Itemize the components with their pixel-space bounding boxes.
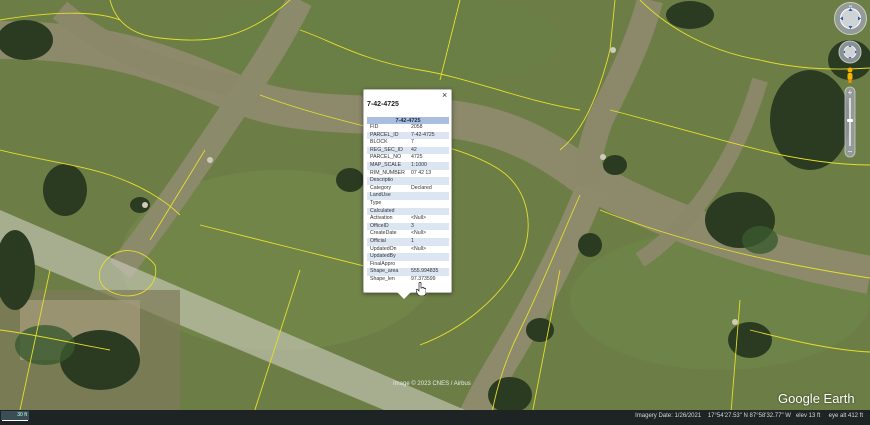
google-earth-logo: Google Earth: [778, 391, 855, 406]
close-icon[interactable]: ×: [442, 91, 447, 100]
attr-value: 7-42-4725: [408, 131, 449, 140]
status-readout: Imagery Date: 1/26/2021 17°54'27.53" N 8…: [635, 413, 863, 419]
zoom-slider[interactable]: + −: [844, 86, 856, 158]
attr-value: <Null>: [411, 215, 426, 222]
imagery-date: Imagery Date: 1/26/2021: [635, 413, 702, 419]
table-row: PARCEL_NO 4725: [367, 154, 449, 162]
attr-value: [408, 253, 449, 261]
attr-key: LandUse: [367, 192, 408, 200]
attr-key: BLOCK: [370, 139, 388, 146]
table-row: Activation <Null>: [367, 215, 449, 223]
attr-key: Type: [370, 199, 382, 206]
attr-value: 7: [411, 139, 414, 146]
table-row: Shape_len 97.373599: [367, 276, 449, 284]
attr-key: PARCEL_ID: [367, 131, 408, 140]
table-row: FinalAppro: [367, 261, 449, 269]
attr-value: 1:1000: [408, 161, 449, 170]
attr-key: Shape_area: [367, 268, 408, 276]
table-row: PARCEL_ID 7-42-4725: [367, 131, 449, 140]
attr-key: UpdatedOn: [370, 245, 397, 252]
attr-key: CreateDate: [370, 230, 397, 237]
table-row: Descriptio: [367, 177, 449, 185]
table-row: FID 2058: [367, 124, 449, 132]
attr-value: 4725: [411, 154, 423, 161]
hand-cursor-icon: [416, 282, 426, 296]
attr-value: 07 42 13: [411, 169, 432, 176]
attr-key: RIM_NUMBER: [370, 169, 405, 176]
elevation-readout: elev 13 ft: [795, 413, 821, 419]
table-row: Calculated: [367, 207, 449, 216]
table-row: BLOCK 7: [367, 139, 449, 147]
attr-value: <Null>: [411, 245, 426, 252]
popup-pointer: [396, 291, 412, 299]
table-row: Official 1: [367, 237, 449, 246]
attr-key: Descriptio: [367, 177, 408, 185]
attr-value: Declared: [411, 184, 432, 191]
attr-value: 97.373599: [411, 275, 436, 282]
table-row: REG_SEC_ID 42: [367, 146, 449, 155]
table-row: LandUse: [367, 192, 449, 200]
table-row: Category Declared: [367, 185, 449, 193]
zoom-in-icon: +: [848, 88, 853, 97]
scale-bar: [2, 420, 28, 421]
svg-text:N: N: [849, 4, 852, 9]
table-row: CreateDate <Null>: [367, 230, 449, 238]
attr-value: 3: [408, 222, 449, 231]
attr-key: Calculated: [367, 207, 408, 216]
table-row: OfficeID 3: [367, 222, 449, 231]
attr-value: 2058: [411, 124, 423, 130]
attr-value: [408, 261, 449, 269]
popup-title: 7-42-4725: [367, 101, 399, 108]
attr-key: Activation: [370, 215, 393, 222]
attr-value: 1: [408, 237, 449, 246]
attr-key: FinalAppro: [370, 260, 396, 267]
attr-key: PARCEL_NO: [370, 154, 402, 161]
table-header: 7-42-4725: [367, 117, 449, 124]
table-row: RIM_NUMBER 07 42 13: [367, 170, 449, 178]
attribute-table: 7-42-4725 FID 2058 PARCEL_ID 7-42-4725 BLO…: [367, 117, 449, 283]
attr-key: OfficeID: [367, 222, 408, 231]
attr-value: [408, 177, 449, 185]
attr-key: MAP_SCALE: [367, 161, 408, 170]
zoom-out-icon: −: [848, 147, 853, 156]
attr-key: Official: [367, 237, 408, 246]
attr-value: 42: [408, 146, 449, 155]
attr-value: [408, 207, 449, 216]
table-row: UpdatedOn <Null>: [367, 246, 449, 254]
cursor-coordinates: 17°54'27.53" N 87°58'32.77" W: [707, 413, 791, 419]
street-view-pegman-icon[interactable]: [845, 67, 855, 83]
attr-key: Shape_len: [370, 275, 395, 282]
table-row: Type: [367, 200, 449, 208]
attr-value: <Null>: [411, 230, 426, 237]
attr-key: REG_SEC_ID: [367, 146, 408, 155]
look-joystick[interactable]: N: [833, 1, 868, 36]
move-joystick[interactable]: [838, 40, 862, 64]
table-row: UpdatedBy: [367, 253, 449, 261]
attr-key: UpdatedBy: [367, 253, 408, 261]
table-row: Shape_area 555.994835: [367, 268, 449, 276]
attr-key: FID: [370, 124, 379, 130]
eye-altitude-readout: eye alt 412 ft: [828, 413, 863, 419]
attr-key: Category: [370, 184, 392, 191]
parcel-info-popup: 7-42-4725 × 7-42-4725 FID 2058 PARCEL_ID 7…: [363, 89, 452, 293]
attr-value: [408, 200, 449, 208]
imagery-copyright: Image © 2023 CNES / Airbus: [393, 381, 471, 387]
attr-value: [408, 192, 449, 200]
attr-value: 555.994835: [408, 268, 449, 276]
scale-legend: 30 ft: [1, 411, 29, 420]
table-row: MAP_SCALE 1:1000: [367, 161, 449, 170]
